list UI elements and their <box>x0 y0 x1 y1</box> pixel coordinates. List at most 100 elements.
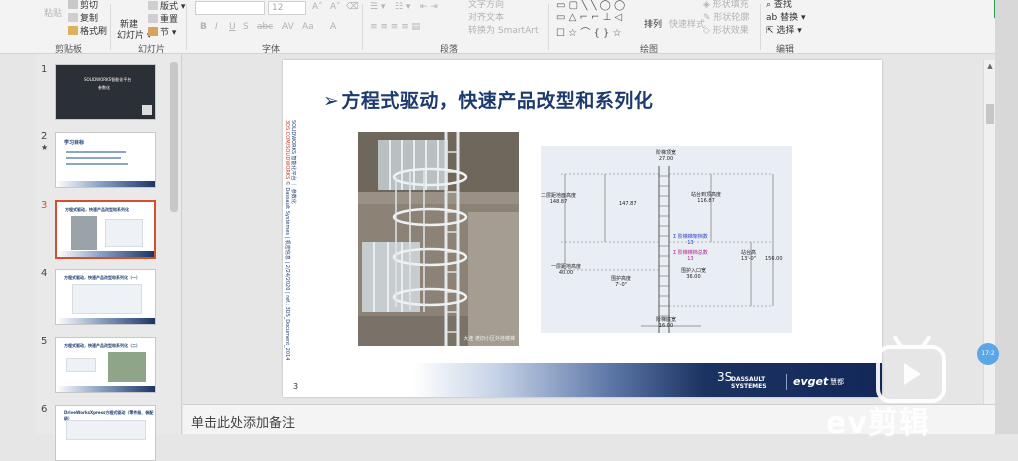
brush-icon <box>68 26 78 35</box>
font-name-select[interactable] <box>195 1 265 15</box>
thumbnail-text-line <box>66 157 121 159</box>
reset-button[interactable]: 重置 <box>148 14 178 26</box>
section-button[interactable]: 节 ▾ <box>148 27 176 39</box>
select-label: 选择 <box>776 26 795 36</box>
thumbnails-scrollbar[interactable] <box>170 62 178 212</box>
thumbnail-number: 4 <box>41 268 48 279</box>
cage-height-label: 围护高度 7'-0" <box>611 276 631 288</box>
bullets-button[interactable]: ☰ ▾ <box>370 2 385 13</box>
shapes-gallery-row2[interactable]: ▭ △ ⌐ ⌐ ⊥ ◁ <box>556 12 622 23</box>
first-floor-height-label: 一层距地高度 40.00 <box>551 264 581 276</box>
shape-effects-label: 形状效果 <box>712 26 749 36</box>
thumbnail-slide-3[interactable]: 方程式驱动，快速产品改型和系列化 <box>55 200 156 259</box>
first-floor-height-value: 40.00 <box>558 270 574 276</box>
slide-title[interactable]: ➢ 方程式驱动，快速产品改型和系列化 <box>323 86 653 113</box>
indent-button[interactable]: ⇤ ⇥ <box>420 2 438 13</box>
shadow-button[interactable]: S <box>243 22 249 33</box>
change-case-button[interactable]: Aa <box>302 22 314 33</box>
format-painter-button[interactable]: 格式刷 <box>68 26 107 38</box>
shrink-font-button[interactable]: A˅ <box>330 2 341 13</box>
align-buttons[interactable]: ≡ ≡ ≡ ≡ ▤ <box>370 22 420 33</box>
replace-button[interactable]: ab 替换 ▾ <box>766 13 806 24</box>
shapes-gallery-row3[interactable]: ☐ ☆ ⌒ { } ☆ <box>556 24 622 39</box>
reset-icon <box>148 14 158 23</box>
thumbnail-number: 3 <box>41 200 48 211</box>
font-size-select[interactable]: 12 <box>268 1 306 15</box>
paste-button[interactable]: 粘贴 <box>44 9 62 20</box>
strikethrough-button[interactable]: abc <box>257 22 273 33</box>
select-button[interactable]: ⇱ 选择 ▾ <box>766 26 802 37</box>
char-spacing-button[interactable]: AV <box>282 22 294 33</box>
italic-button[interactable]: I <box>215 22 218 33</box>
reset-label: 重置 <box>160 15 179 25</box>
slide-number: 3 <box>293 382 299 391</box>
current-slide[interactable]: ➢ 方程式驱动，快速产品改型和系列化 SOLIDWORKS 智能化平台 ｜ 参数化… <box>283 60 882 397</box>
scroll-up-icon[interactable]: ▲ <box>986 62 994 70</box>
thumbnail-diagram <box>105 219 143 247</box>
slide-title-text: 方程式驱动，快速产品改型和系列化 <box>341 90 654 112</box>
ladder-dimension-diagram[interactable]: 阶梯顶宽 27.00 二层距地面高度 148.87 147.87 站台到顶高度 116… <box>541 146 792 333</box>
side-text-url: 3DS.COM/SOLIDWORKS <box>284 120 290 180</box>
find-button[interactable]: ⌕ 查找 <box>766 0 792 11</box>
new-slide-label-2: 幻灯片 <box>117 31 145 41</box>
photo-watermark: 大连 老旧小区外挂楼梯 <box>463 336 515 342</box>
text-direction-button[interactable]: 文字方向 <box>468 0 504 11</box>
thumbnail-text-line <box>66 151 126 153</box>
quick-styles-button[interactable]: 快速样式 <box>669 20 705 31</box>
ladder-photo[interactable]: 大连 老旧小区外挂楼梯 <box>358 132 519 346</box>
side-vertical-text: SOLIDWORKS 智能化平台 ｜ 参数化 3DS.COM/SOLIDWORK… <box>284 120 297 370</box>
copy-button[interactable]: 复制 <box>68 13 98 25</box>
floating-timer-badge[interactable]: 17:2 <box>977 343 999 365</box>
top-width-value: 27.00 <box>658 156 674 162</box>
thumbnail-slide-4[interactable]: 方程式驱动，快速产品改型和系列化（一） <box>55 269 156 325</box>
smartart-button[interactable]: 转换为 SmartArt <box>468 26 538 37</box>
thumbnail-title: 方程式驱动，快速产品改型和系列化（二） <box>64 343 140 348</box>
diagram-drawing <box>561 166 774 333</box>
layout-button[interactable]: 版式 ▾ <box>148 1 185 13</box>
rungs-per-ladder-value: 13 <box>687 240 694 246</box>
font-color-button[interactable]: A <box>330 22 336 33</box>
side-text-product: SOLIDWORKS 智能化平台 ｜ 参数化 <box>290 120 296 204</box>
chevron-down-icon: ▾ <box>178 2 186 12</box>
thumbnail-footer-bar <box>56 318 155 324</box>
bold-button[interactable]: B <box>200 22 207 33</box>
shape-effects-button[interactable]: ◇ 形状效果 <box>703 26 749 37</box>
thumbnail-title: 学习目标 <box>64 140 85 146</box>
thumbnail-slide-1[interactable]: SOLIDWORKS智能化平台 参数化 <box>55 64 156 120</box>
thumbnail-slide-5[interactable]: 方程式驱动，快速产品改型和系列化（二） <box>55 337 156 393</box>
effects-icon: ◇ <box>703 26 713 36</box>
evget-logo: evget <box>793 375 829 388</box>
cut-button[interactable]: 剪切 <box>68 0 98 12</box>
shapes-gallery[interactable]: ▭ ▢ ╲ ╲ ◯ ◯ <box>556 0 625 11</box>
clear-format-button[interactable]: ⌫ <box>346 2 359 13</box>
thumbnail-title: 方程式驱动，快速产品改型和系列化（一） <box>64 275 140 280</box>
grow-font-button[interactable]: A˄ <box>312 2 323 13</box>
shape-fill-button[interactable]: ◈ 形状填充 <box>703 0 749 11</box>
new-slide-dropdown[interactable]: 幻灯片 ▾ <box>117 31 151 42</box>
thumbnail-slide-6[interactable]: DriveWorksXpress方程式驱动（零件级、装配级） <box>55 405 156 461</box>
thumbnail-title: SOLIDWORKS智能化平台 <box>84 77 132 82</box>
numbering-button[interactable]: ☷ ▾ <box>395 2 410 13</box>
platform-to-top-value: 116.87 <box>697 198 715 204</box>
new-slide-button[interactable]: 新建 <box>120 20 138 31</box>
search-icon: ⌕ <box>766 0 774 10</box>
second-floor-height-value: 148.87 <box>549 199 568 205</box>
paint-bucket-icon: ◈ <box>703 0 713 10</box>
group-divider <box>110 4 111 50</box>
notes-placeholder: 单击此处添加备注 <box>191 416 296 431</box>
thumbnail-text-line <box>66 163 128 165</box>
cage-height-value: 7'-0" <box>615 282 627 288</box>
thumbnail-slide-2[interactable]: 学习目标 <box>55 132 156 188</box>
thumbnail-footer-bar <box>56 386 155 392</box>
arrange-button[interactable]: 排列 <box>644 20 662 31</box>
smartart-label: 转换为 SmartArt <box>468 26 539 36</box>
pen-icon: ✎ <box>703 13 714 23</box>
underline-button[interactable]: U <box>229 22 236 33</box>
group-divider <box>760 4 761 50</box>
group-divider <box>548 4 549 50</box>
shape-outline-button[interactable]: ✎ 形状轮廓 <box>703 13 749 24</box>
chevron-down-icon: ▾ <box>794 26 802 36</box>
scrollbar-thumb[interactable] <box>986 104 994 124</box>
copy-icon <box>68 13 78 22</box>
align-text-button[interactable]: 对齐文本 <box>468 13 504 24</box>
